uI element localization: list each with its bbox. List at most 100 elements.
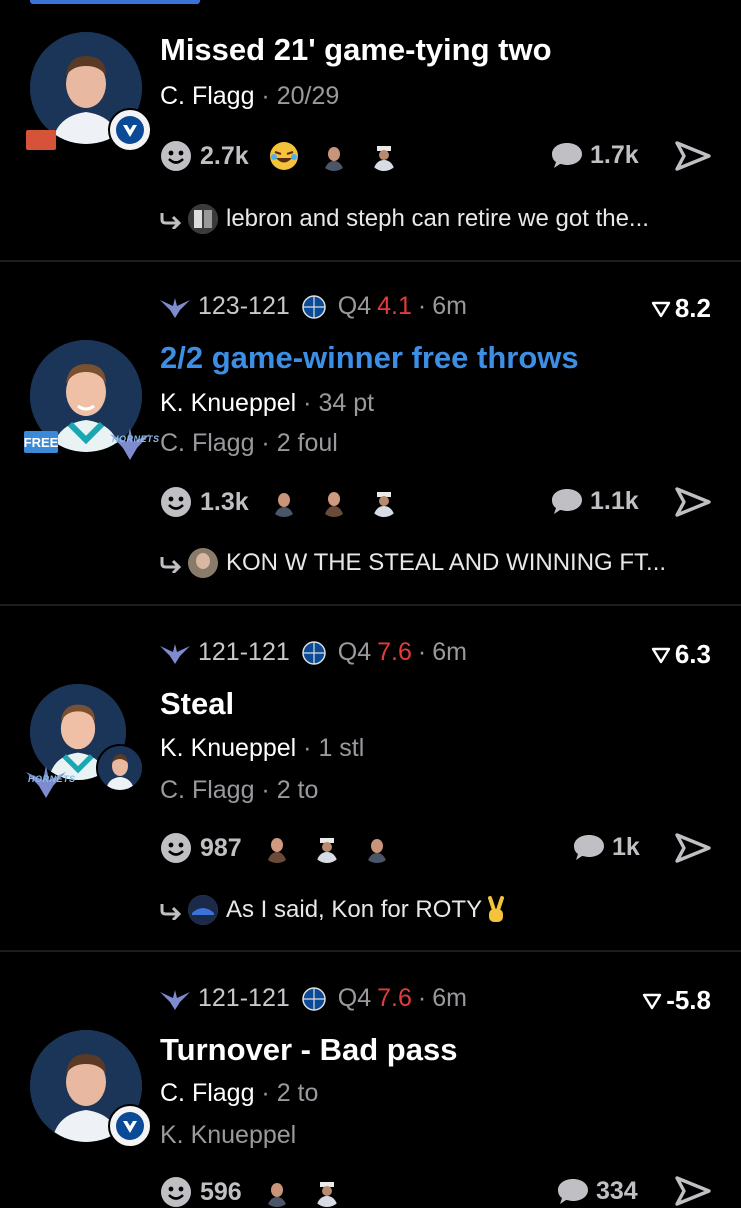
comments-button[interactable]: 1k <box>572 832 640 862</box>
basketball-icon <box>302 986 326 1011</box>
reaction-count: 2.7k <box>200 141 249 170</box>
play-rating[interactable]: 8.2 <box>651 293 711 324</box>
comments-button[interactable]: 1.7k <box>550 140 639 170</box>
quarter: Q4 <box>337 984 372 1012</box>
commenter-avatar <box>188 548 218 578</box>
scroll-indicator <box>30 0 200 4</box>
reactions-bar[interactable]: 1.3k <box>160 486 399 518</box>
divider <box>0 260 741 262</box>
reply-arrow-icon <box>160 213 182 229</box>
player-name[interactable]: K. Knueppel <box>160 734 296 762</box>
comments-button[interactable]: 1.1k <box>550 486 639 516</box>
comment-count: 1.7k <box>590 140 639 169</box>
reply-arrow-icon <box>160 557 182 573</box>
top-reply[interactable]: KON W THE STEAL AND WINNING FT... <box>160 548 666 578</box>
smile-icon <box>161 833 191 863</box>
play-title: Missed 21' game-tying two <box>160 32 552 67</box>
player-line: C. Flagg · 2 to <box>160 1079 319 1107</box>
player-name[interactable]: C. Flagg <box>160 1079 254 1107</box>
player-line: K. Knueppel · 34 pt <box>160 389 375 417</box>
share-arrow-icon[interactable] <box>675 141 711 171</box>
comment-bubble-icon <box>558 1179 588 1204</box>
reply-text: As I said, Kon for ROTY <box>226 896 483 923</box>
player-stat: 2 to <box>276 1079 319 1107</box>
game-meta: 121-121 Q4 7.6 · 6m <box>160 638 467 667</box>
basketball-icon <box>302 640 326 665</box>
player-stat: 1 stl <box>318 734 365 762</box>
score: 121-121 <box>198 984 290 1012</box>
share-arrow-icon[interactable] <box>675 833 711 863</box>
sticker-reaction-icon <box>262 1178 291 1207</box>
sticker-reaction-icon <box>312 1178 341 1207</box>
comments-button[interactable]: 334 <box>556 1176 638 1206</box>
play-title: Steal <box>160 686 235 721</box>
time-ago: 6m <box>432 292 467 320</box>
game-clock: 7.6 <box>377 984 412 1012</box>
comment-count: 334 <box>596 1176 638 1205</box>
secondary-player-avatar[interactable] <box>96 744 144 792</box>
reactions-bar[interactable]: 987 <box>160 832 392 864</box>
comment-count: 1k <box>612 832 640 861</box>
hornets-logo-icon <box>160 643 190 664</box>
basketball-icon <box>302 294 326 319</box>
sticker-reaction-icon <box>312 834 341 863</box>
player-name[interactable]: K. Knueppel <box>160 389 296 417</box>
quarter: Q4 <box>337 638 372 666</box>
play-title: Turnover - Bad pass <box>160 1032 458 1067</box>
player-stat: 2 to <box>276 776 319 804</box>
comment-count: 1.1k <box>590 486 639 515</box>
reply-text: lebron and steph can retire we got the..… <box>226 205 649 232</box>
player-name[interactable]: K. Knueppel <box>160 1121 296 1149</box>
time-ago: 6m <box>432 984 467 1012</box>
quarter: Q4 <box>337 292 372 320</box>
share-arrow-icon[interactable] <box>675 1176 711 1206</box>
game-meta: 121-121 Q4 7.6 · 6m <box>160 984 467 1013</box>
player-line: C. Flagg · 20/29 <box>160 82 340 110</box>
smile-icon <box>161 1177 191 1207</box>
sticker-reaction-icon <box>319 488 348 517</box>
secondary-player-line: K. Knueppel <box>160 1121 296 1150</box>
reaction-count: 596 <box>200 1177 242 1206</box>
sticker-reaction-icon <box>319 142 348 171</box>
score: 123-121 <box>198 292 290 320</box>
player-stat: 20/29 <box>276 82 340 110</box>
team-word: HORNETS <box>112 434 160 444</box>
smile-icon <box>161 141 191 171</box>
sticker-reaction-icon <box>269 488 298 517</box>
chevron-down-icon <box>651 647 671 663</box>
chevron-down-icon <box>642 993 662 1009</box>
reply-arrow-icon <box>160 904 182 920</box>
score: 121-121 <box>198 638 290 666</box>
game-meta: 123-121 Q4 4.1 · 6m <box>160 292 467 321</box>
hornets-logo-icon <box>160 297 190 318</box>
reactions-bar[interactable]: 2.7k <box>160 140 399 172</box>
commenter-avatar <box>188 895 218 925</box>
game-clock: 4.1 <box>377 292 412 320</box>
hornets-logo-icon <box>160 989 190 1010</box>
comment-bubble-icon <box>552 143 582 168</box>
reaction-count: 987 <box>200 833 242 862</box>
chevron-down-icon <box>651 301 671 317</box>
laughing-emoji-icon <box>269 142 298 170</box>
player-name[interactable]: C. Flagg <box>160 82 254 110</box>
sticker-reaction-icon <box>362 834 391 863</box>
player-name[interactable]: C. Flagg <box>160 776 254 804</box>
victory-hand-icon <box>488 896 505 922</box>
secondary-player-line: C. Flagg · 2 foul <box>160 429 338 457</box>
top-reply[interactable]: As I said, Kon for ROTY <box>160 895 508 925</box>
secondary-player-line: C. Flagg · 2 to <box>160 776 319 804</box>
player-stat: 34 pt <box>318 389 375 417</box>
play-rating[interactable]: 6.3 <box>651 639 711 670</box>
share-arrow-icon[interactable] <box>675 487 711 517</box>
sticker-reaction-icon <box>262 834 291 863</box>
smile-icon <box>161 487 191 517</box>
play-title[interactable]: 2/2 game-winner free throws <box>160 340 579 376</box>
player-name[interactable]: C. Flagg <box>160 429 254 457</box>
top-reply[interactable]: lebron and steph can retire we got the..… <box>160 204 649 234</box>
mavericks-logo-icon <box>108 1104 152 1148</box>
sticker-reaction-icon <box>369 488 398 517</box>
reactions-bar[interactable]: 596 <box>160 1176 342 1208</box>
player-stat: 2 foul <box>276 429 338 457</box>
play-rating[interactable]: -5.8 <box>642 985 711 1016</box>
game-clock: 7.6 <box>377 638 412 666</box>
